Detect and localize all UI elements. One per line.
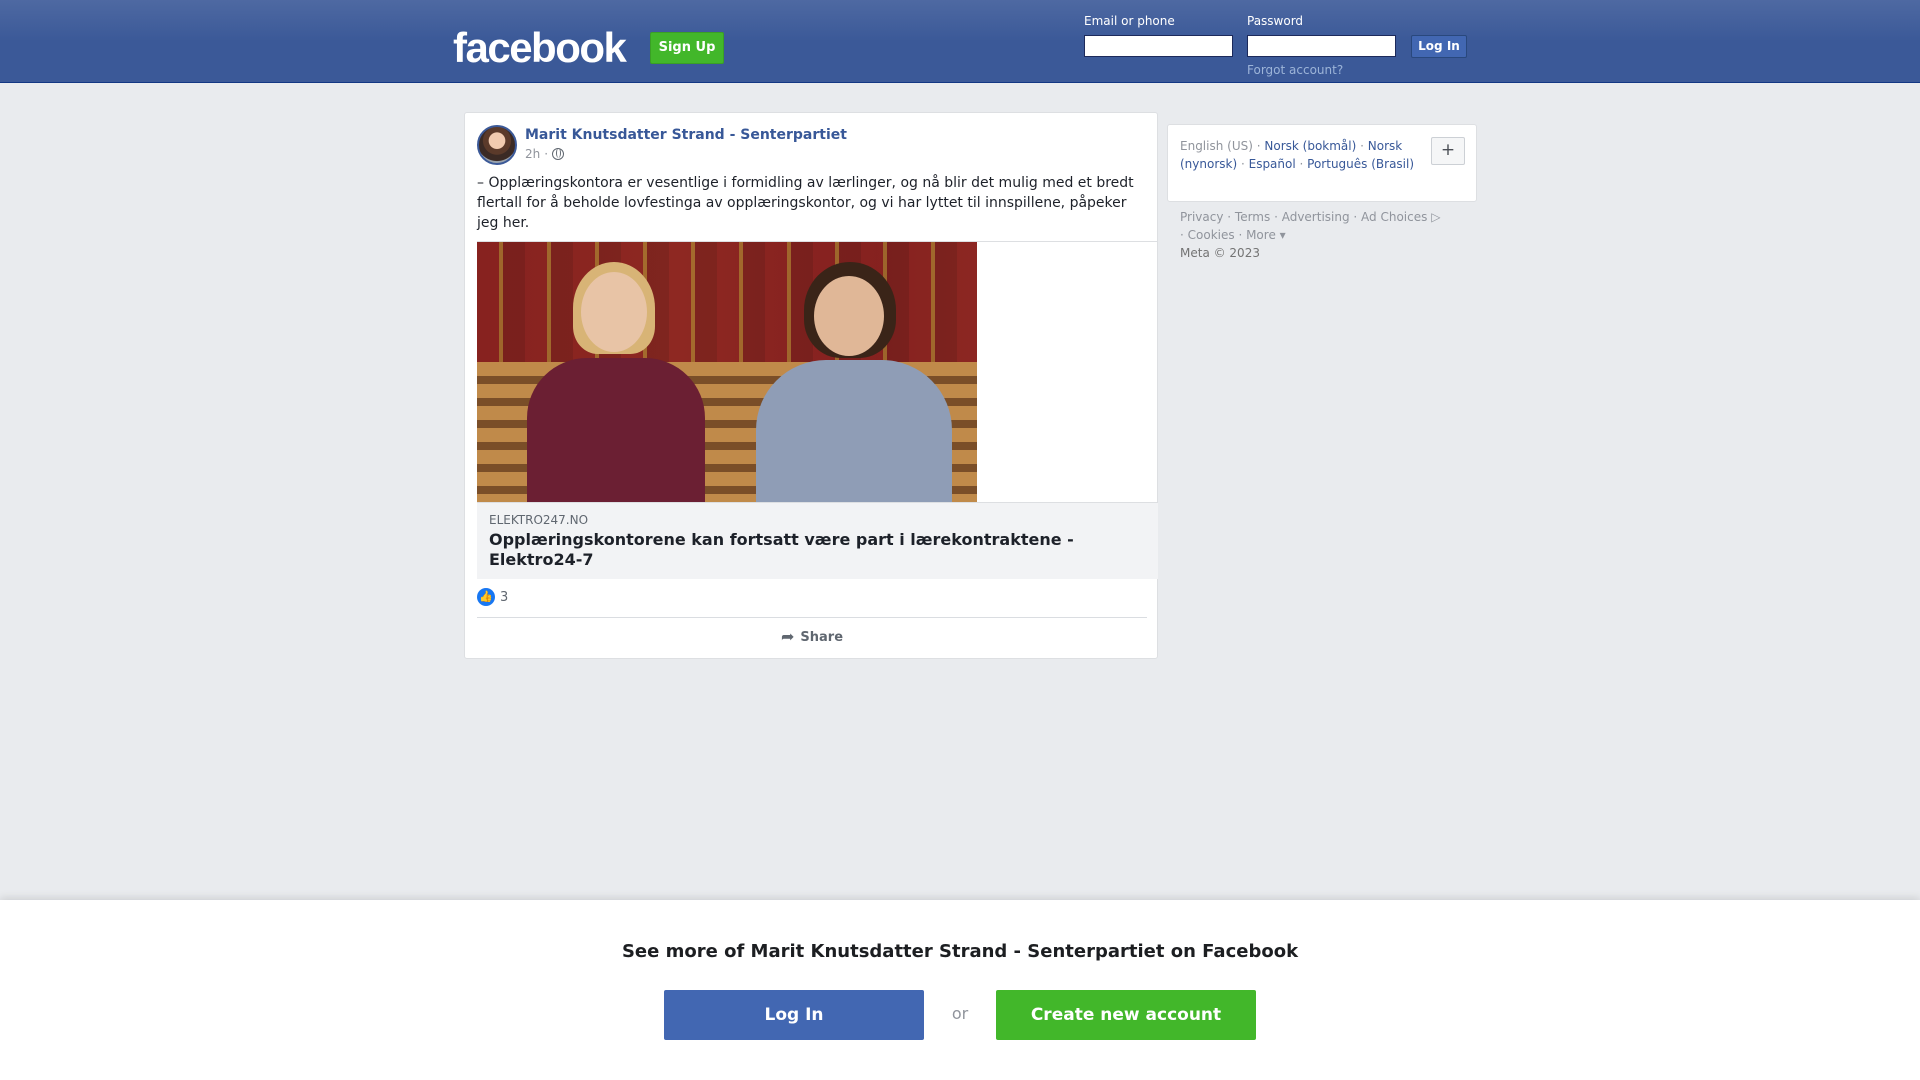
current-language: English (US) [1180,139,1253,153]
share-button[interactable]: ➦ Share [465,627,1159,646]
footer-link-terms[interactable]: Terms [1235,210,1270,224]
facebook-logo[interactable]: facebook [453,24,627,72]
login-banner: See more of Marit Knutsdatter Strand - S… [0,900,1920,1080]
caret-down-icon: ▾ [1275,228,1286,242]
ad-choices-icon: ▷ [1427,210,1441,224]
language-option[interactable]: Español [1249,157,1296,171]
post-author[interactable]: Marit Knutsdatter Strand - Senterpartiet [525,127,847,143]
post-time[interactable]: 2h [525,147,540,161]
divider [477,617,1147,618]
link-preview[interactable]: ELEKTRO247.NO Opplæringskontorene kan fo… [477,241,1158,579]
footer-link-more[interactable]: More [1246,228,1276,242]
login-button[interactable]: Log In [1411,35,1467,58]
language-box: English (US) · Norsk (bokmål) · Norsk (n… [1167,124,1477,202]
like-icon: 👍 [477,588,495,606]
password-input[interactable] [1247,35,1396,57]
footer-links: Privacy · Terms · Advertising · Ad Choic… [1180,210,1441,260]
link-domain: ELEKTRO247.NO [489,513,589,527]
post-meta: 2h · [525,147,565,161]
link-preview-image[interactable] [477,242,977,502]
reactions[interactable]: 👍 3 [477,588,508,606]
banner-title: See more of Marit Knutsdatter Strand - S… [621,941,1299,962]
create-account-button[interactable]: Create new account [996,990,1256,1040]
footer-link-advertising[interactable]: Advertising [1282,210,1350,224]
email-input[interactable] [1084,35,1233,57]
email-label: Email or phone [1084,14,1175,28]
footer-link-ad-choices[interactable]: Ad Choices [1361,210,1427,224]
link-info[interactable]: ELEKTRO247.NO Opplæringskontorene kan fo… [477,502,1158,579]
copyright: Meta © 2023 [1180,246,1260,260]
globe-icon [552,148,565,160]
language-option[interactable]: Português (Brasil) [1307,157,1414,171]
more-languages-button[interactable]: + [1431,137,1465,165]
meta-separator: · [544,147,549,161]
banner-login-button[interactable]: Log In [664,990,924,1040]
sign-up-button[interactable]: Sign Up [650,32,724,64]
footer-link-privacy[interactable]: Privacy [1180,210,1223,224]
reaction-count: 3 [500,589,509,605]
share-label: Share [800,630,844,645]
post-card: Marit Knutsdatter Strand - Senterpartiet… [464,112,1158,659]
link-title[interactable]: Opplæringskontorene kan fortsatt være pa… [489,530,1129,570]
language-list: English (US) · Norsk (bokmål) · Norsk (n… [1180,139,1415,171]
photo-person-right [752,262,952,502]
share-icon: ➦ [780,627,795,646]
author-avatar[interactable] [477,125,517,165]
footer-link-cookies[interactable]: Cookies [1188,228,1235,242]
top-bar: facebook Sign Up Email or phone Password… [0,0,1920,83]
post-text: – Opplæringskontora er vesentlige i form… [477,175,1134,231]
password-label: Password [1247,14,1304,28]
banner-or: or [951,1004,969,1023]
photo-person-left [519,262,709,502]
forgot-account-link[interactable]: Forgot account? [1247,63,1343,77]
language-option[interactable]: Norsk (bokmål) [1264,139,1356,153]
